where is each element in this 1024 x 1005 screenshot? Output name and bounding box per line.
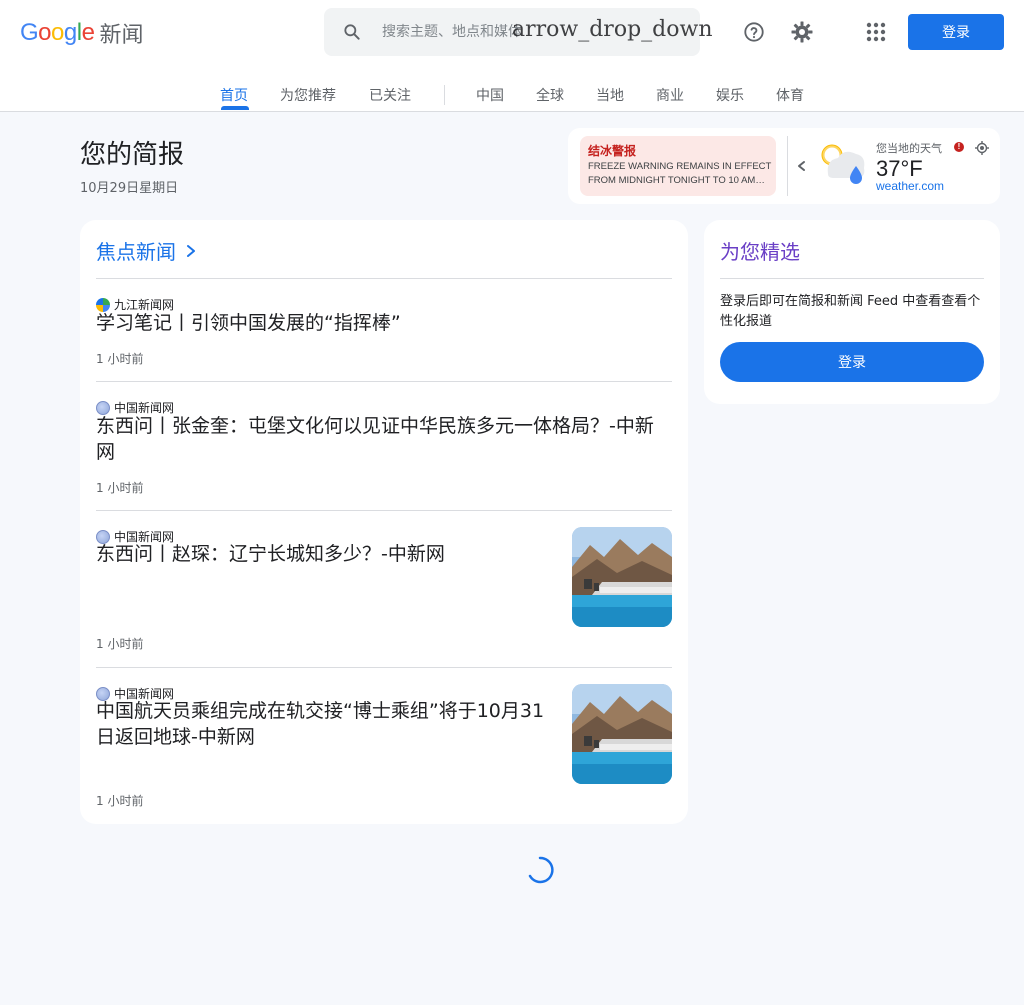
tab-sports[interactable]: 体育 (776, 85, 804, 105)
mountain-pool-image (572, 684, 672, 784)
help-icon (744, 22, 764, 42)
tab-following[interactable]: 已关注 (369, 85, 411, 105)
tab-divider (444, 85, 445, 105)
weather-alert[interactable]: 结冰警报 FREEZE WARNING REMAINS IN EFFECT FR… (580, 136, 776, 196)
briefing-date: 10月29日星期日 (80, 181, 179, 196)
for-you-title[interactable]: 为您精选 (720, 236, 800, 265)
divider (96, 667, 672, 668)
alert-indicator: ! (954, 142, 964, 152)
article-headline[interactable]: 学习笔记丨引领中国发展的“指挥棒” (96, 310, 672, 336)
alert-text: FREEZE WARNING REMAINS IN EFFECT FROM MI… (588, 161, 772, 186)
weather-previous-button[interactable] (792, 156, 812, 176)
tab-world[interactable]: 全球 (536, 85, 564, 105)
gear-icon (791, 21, 813, 43)
help-button[interactable] (738, 16, 770, 48)
logo-suffix: 新闻 (99, 23, 144, 48)
chevron-right-icon (187, 244, 195, 257)
top-news-card: 焦点新闻 九江新闻网 学习笔记丨引领中国发展的“指挥棒” 1 小时前 中国新闻网… (80, 220, 688, 824)
search-icon[interactable] (342, 22, 362, 42)
top-news-heading[interactable]: 焦点新闻 (96, 236, 198, 265)
divider (96, 381, 672, 382)
active-tab-indicator (221, 106, 249, 110)
chevron-left-icon (798, 161, 805, 171)
for-you-sign-in-button[interactable]: 登录 (720, 342, 984, 382)
weather-widget: 结冰警报 FREEZE WARNING REMAINS IN EFFECT FR… (568, 128, 1000, 204)
weather-divider (787, 136, 788, 196)
divider (720, 278, 984, 279)
sleet-weather-icon (821, 144, 865, 184)
loading-spinner-icon (528, 856, 554, 884)
news-article[interactable]: 中国新闻网 东西问丨张金奎：屯堡文化何以见证中华民族多元一体格局？-中新网 1 … (96, 399, 672, 509)
article-thumbnail[interactable] (572, 527, 672, 627)
article-time: 1 小时前 (96, 794, 144, 808)
tab-home[interactable]: 首页 (220, 85, 248, 105)
article-time: 1 小时前 (96, 352, 144, 366)
weather-source-link[interactable]: weather.com (876, 179, 944, 193)
tab-for-you[interactable]: 为您推荐 (280, 85, 336, 105)
for-you-card: 为您精选 登录后即可在简报和新闻 Feed 中查看查看个性化报道 登录 (704, 220, 1000, 404)
google-news-logo[interactable]: Google 新闻 (20, 18, 143, 48)
tab-local[interactable]: 当地 (596, 85, 624, 105)
news-article[interactable]: 九江新闻网 学习笔记丨引领中国发展的“指挥棒” 1 小时前 (96, 296, 672, 376)
article-time: 1 小时前 (96, 637, 144, 651)
mountain-pool-image (572, 527, 672, 627)
news-article[interactable]: 中国新闻网 东西问丨赵琛：辽宁长城知多少？-中新网 1 小时前 (96, 527, 672, 657)
tab-business[interactable]: 商业 (656, 85, 684, 105)
apps-button[interactable] (860, 16, 892, 48)
alert-title: 结冰警报 (588, 144, 637, 158)
settings-button[interactable] (786, 16, 818, 48)
page-title: 您的简报 (80, 140, 185, 170)
search-options-text[interactable]: arrow_drop_down (512, 17, 712, 42)
news-article[interactable]: 中国新闻网 中国航天员乘组完成在轨交接“博士乘组”将于10月31日返回地球-中新… (96, 684, 672, 814)
article-headline[interactable]: 东西问丨张金奎：屯堡文化何以见证中华民族多元一体格局？-中新网 (96, 413, 672, 465)
article-time: 1 小时前 (96, 481, 144, 495)
article-headline[interactable]: 东西问丨赵琛：辽宁长城知多少？-中新网 (96, 541, 556, 567)
nav-tabs: 首页 为您推荐 已关注 中国 全球 当地 商业 娱乐 体育 (0, 78, 1024, 112)
weather-label: 您当地的天气 (876, 142, 942, 155)
location-icon[interactable] (974, 140, 990, 156)
logo-wordmark: Google (20, 19, 95, 46)
tab-china[interactable]: 中国 (476, 85, 504, 105)
top-bar: Google 新闻 arrow_drop_down (0, 0, 1024, 112)
apps-grid-icon (866, 22, 886, 42)
article-thumbnail[interactable] (572, 684, 672, 784)
for-you-description: 登录后即可在简报和新闻 Feed 中查看查看个性化报道 (720, 294, 981, 329)
divider (96, 278, 672, 279)
top-news-title: 焦点新闻 (96, 240, 176, 264)
tab-entertainment[interactable]: 娱乐 (716, 85, 744, 105)
divider (96, 510, 672, 511)
article-headline[interactable]: 中国航天员乘组完成在轨交接“博士乘组”将于10月31日返回地球-中新网 (96, 698, 556, 750)
sign-in-button[interactable]: 登录 (908, 14, 1004, 50)
search-box[interactable]: arrow_drop_down (324, 8, 712, 56)
